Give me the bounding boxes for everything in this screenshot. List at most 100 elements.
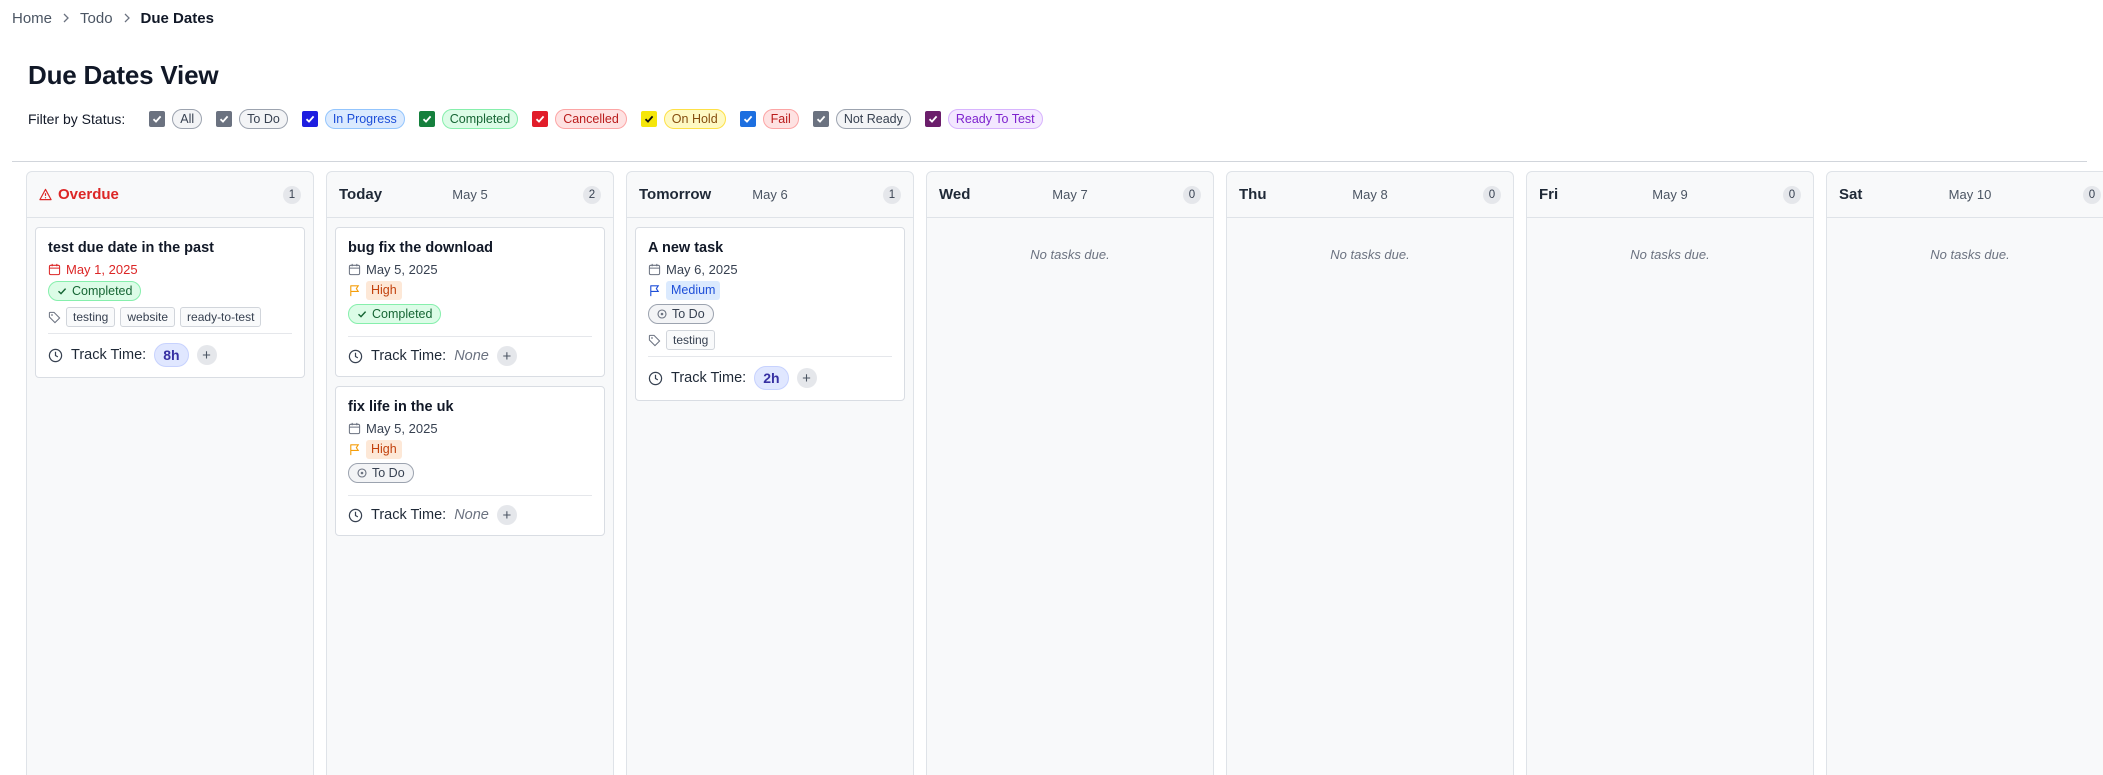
status-text: To Do	[372, 466, 405, 480]
add-time-button[interactable]: +	[196, 345, 217, 365]
flag-icon	[348, 284, 361, 297]
tag-list: testing	[648, 330, 892, 350]
status-row: To Do	[648, 304, 892, 330]
task-count-badge: 0	[1483, 185, 1501, 204]
add-time-button[interactable]: +	[496, 505, 517, 525]
breadcrumb: Home Todo Due Dates	[12, 8, 214, 28]
tag-list: testing website ready-to-test	[48, 307, 292, 327]
add-time-button[interactable]: +	[796, 368, 817, 388]
task-title[interactable]: fix life in the uk	[348, 399, 592, 415]
page-title: Due Dates View	[28, 60, 219, 90]
filter-checkbox[interactable]	[739, 111, 756, 127]
flag-icon	[348, 443, 361, 456]
column-title-text: Sat	[1839, 186, 1863, 203]
priority: Medium	[648, 281, 892, 300]
column-title: Wed	[939, 186, 970, 203]
task-title[interactable]: bug fix the download	[348, 240, 592, 256]
filter-option-all[interactable]: All	[149, 109, 203, 129]
filter-checkbox[interactable]	[301, 111, 318, 127]
check-icon	[357, 309, 367, 319]
column-title-text: Thu	[1239, 186, 1267, 203]
status-badge[interactable]: To Do	[648, 304, 714, 324]
filter-checkbox[interactable]	[812, 111, 829, 127]
clock-icon	[48, 348, 63, 363]
circle-dot-icon	[657, 309, 667, 319]
priority: High	[348, 281, 592, 300]
breadcrumb-todo[interactable]: Todo	[80, 10, 113, 27]
breadcrumb-current: Due Dates	[140, 9, 214, 27]
column-title-text: Wed	[939, 186, 971, 203]
status-pill: On Hold	[663, 109, 726, 129]
filter-checkbox[interactable]	[418, 111, 435, 127]
clock-icon	[648, 371, 663, 386]
due-date-text: May 5, 2025	[366, 262, 438, 277]
status-badge[interactable]: Completed	[348, 304, 442, 324]
tag: testing	[666, 330, 716, 350]
track-time-row: Track Time: None +	[348, 336, 592, 366]
column-header: Today May 52	[327, 172, 613, 218]
status-pill: Completed	[441, 109, 519, 129]
filter-option-cancelled[interactable]: Cancelled	[532, 109, 627, 129]
track-time-label: Track Time:	[371, 507, 447, 523]
tag: testing	[66, 307, 116, 327]
column-title-text: Fri	[1539, 186, 1559, 203]
filter-checkbox[interactable]	[924, 111, 941, 127]
task-card[interactable]: fix life in the uk May 5, 2025 High To Do Tr…	[335, 386, 605, 536]
column-title: Sat	[1839, 186, 1862, 203]
status-row: Completed	[48, 281, 292, 307]
filter-option-in-progress[interactable]: In Progress	[301, 109, 405, 129]
clock-icon	[348, 349, 363, 364]
status-pill: Not Ready	[835, 109, 911, 129]
filter-option-not-ready[interactable]: Not Ready	[812, 109, 911, 129]
column-body: bug fix the download May 5, 2025 High Compl…	[327, 218, 613, 545]
task-title[interactable]: A new task	[648, 240, 892, 256]
filter-option-completed[interactable]: Completed	[418, 109, 519, 129]
filter-option-to-do[interactable]: To Do	[216, 109, 288, 129]
column-body: No tasks due.	[927, 218, 1213, 271]
filter-checkbox[interactable]	[532, 111, 549, 127]
filter-option-ready-to-test[interactable]: Ready To Test	[924, 109, 1043, 129]
due-date: May 5, 2025	[348, 421, 592, 436]
due-date: May 5, 2025	[348, 262, 592, 277]
filter-option-on-hold[interactable]: On Hold	[640, 109, 726, 129]
status-pill: To Do	[239, 109, 288, 129]
due-date-text: May 5, 2025	[366, 421, 438, 436]
column-title-text: Tomorrow	[639, 186, 712, 203]
clock-icon	[348, 508, 363, 523]
tag-icon	[48, 311, 61, 324]
add-time-button[interactable]: +	[496, 346, 517, 366]
task-count-badge: 0	[2083, 185, 2101, 204]
breadcrumb-home[interactable]: Home	[12, 10, 52, 27]
empty-state: No tasks due.	[1030, 247, 1110, 262]
tracked-hours-badge[interactable]: 2h	[754, 366, 789, 390]
status-badge[interactable]: Completed	[48, 281, 142, 301]
status-text: Completed	[72, 284, 133, 298]
empty-state: No tasks due.	[1930, 247, 2010, 262]
tag: website	[120, 307, 176, 327]
column-title-text: Overdue	[58, 186, 119, 203]
filter-checkbox[interactable]	[216, 111, 233, 127]
column-today: Today May 5 2 bug fix the download May 5, 20…	[326, 171, 614, 775]
filter-option-fail[interactable]: Fail	[739, 109, 799, 129]
status-text: To Do	[672, 307, 705, 321]
empty-state: No tasks due.	[1330, 247, 1410, 262]
tracked-none: None	[454, 348, 489, 364]
flag-icon	[648, 284, 661, 297]
tracked-hours-badge[interactable]: 8h	[154, 343, 189, 367]
filter-checkbox[interactable]	[149, 111, 166, 127]
task-title[interactable]: test due date in the past	[48, 240, 292, 256]
filter-checkbox[interactable]	[640, 111, 657, 127]
task-card[interactable]: A new task May 6, 2025 Medium To Do testing T…	[635, 227, 905, 401]
task-card[interactable]: test due date in the past May 1, 2025 Comp…	[35, 227, 305, 378]
due-date: May 1, 2025	[48, 262, 292, 277]
priority: High	[348, 440, 592, 459]
status-badge[interactable]: To Do	[348, 463, 414, 483]
task-card[interactable]: bug fix the download May 5, 2025 High Compl…	[335, 227, 605, 377]
tag-icon	[648, 334, 661, 347]
column-title: Tomorrow	[639, 186, 711, 203]
circle-dot-icon	[357, 468, 367, 478]
status-row: To Do	[348, 463, 592, 489]
column-wed: Wed May 7 0 No tasks due.	[926, 171, 1214, 775]
column-title: Today	[339, 186, 382, 203]
track-time-label: Track Time:	[71, 347, 147, 363]
